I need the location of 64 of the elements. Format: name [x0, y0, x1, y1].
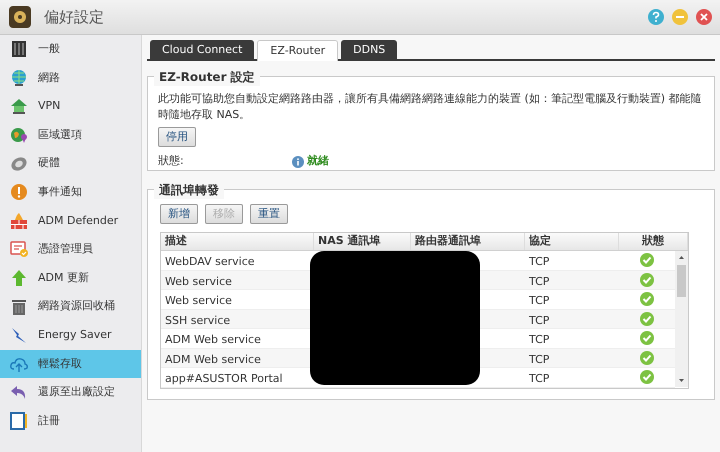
sidebar-item[interactable]: 註冊: [0, 406, 141, 436]
sidebar-item[interactable]: 網路: [0, 64, 141, 92]
reset-button[interactable]: 重置: [250, 204, 288, 224]
table-cell: WebDAV service: [165, 255, 255, 268]
scrollbar[interactable]: [675, 251, 688, 387]
description-text: 此功能可協助您自動設定網路路由器，讓所有具備網路網路連線能力的裝置 (如：筆記型電腦及行動裝置) 都能隨時隨地存取 NAS。: [158, 91, 703, 123]
status-value: 就緒: [307, 153, 329, 170]
tab[interactable]: DDNS: [341, 40, 398, 61]
sidebar-item[interactable]: 網路資源回收桶: [0, 292, 141, 321]
info-icon: [292, 156, 304, 168]
section-legend: EZ-Router 設定: [154, 68, 260, 86]
sidebar-item[interactable]: 還原至出廠設定: [0, 378, 141, 407]
sidebar-item[interactable]: ADM 更新: [0, 264, 141, 292]
column-header[interactable]: NAS 通訊埠: [318, 233, 380, 250]
minimize-icon[interactable]: [672, 9, 688, 25]
tab[interactable]: Cloud Connect: [150, 40, 254, 61]
undo-arrow-icon: [10, 383, 28, 402]
notebook-icon: [10, 412, 28, 430]
sidebar-item[interactable]: ADM Defender: [0, 206, 141, 236]
table-cell: ADM Web service: [165, 333, 261, 346]
sidebar-item[interactable]: 硬體: [0, 149, 141, 178]
house-icon: [10, 97, 28, 116]
app-icon: [8, 5, 32, 29]
add-button[interactable]: 新增: [160, 204, 198, 224]
sidebar-item[interactable]: VPN: [0, 92, 141, 121]
sidebar-item[interactable]: 憑證管理員: [0, 235, 141, 264]
close-icon[interactable]: [696, 9, 712, 25]
table-cell: TCP: [529, 274, 550, 288]
upload-arrow-icon: [10, 269, 28, 288]
trash-icon: [10, 298, 28, 316]
column-header[interactable]: 描述: [165, 233, 187, 250]
globe-pin-icon: [10, 126, 28, 144]
table-cell: Web service: [165, 274, 232, 288]
globe-icon: [10, 68, 28, 87]
column-header[interactable]: 路由器通訊埠: [415, 233, 481, 250]
table-cell: app#ASUSTOR Portal: [165, 372, 283, 386]
section-legend: 通訊埠轉發: [154, 181, 224, 199]
certificate-icon: [10, 240, 28, 258]
disk-icon: [10, 154, 28, 173]
table-cell: TCP: [529, 352, 550, 366]
sidebar-item[interactable]: 一般: [0, 35, 141, 64]
sidebar-item[interactable]: 事件通知: [0, 178, 141, 207]
sidebar-item[interactable]: 區域選項: [0, 120, 141, 150]
table-cell: TCP: [529, 333, 550, 346]
table-cell: Web service: [165, 294, 232, 308]
table-cell: TCP: [529, 314, 550, 327]
window-title: 偏好設定: [44, 6, 104, 28]
sidebar-item[interactable]: 輕鬆存取: [0, 350, 141, 378]
table-cell: ADM Web service: [165, 352, 261, 366]
firewall-icon: [10, 212, 28, 230]
alert-icon: [10, 183, 28, 202]
lightning-icon: [10, 326, 28, 344]
column-header[interactable]: 狀態: [642, 233, 664, 250]
column-header[interactable]: 協定: [529, 233, 551, 250]
table-cell: SSH service: [165, 314, 230, 327]
table-cell: TCP: [529, 372, 550, 386]
disable-button[interactable]: 停用: [158, 127, 196, 148]
table-cell: TCP: [529, 294, 550, 308]
status-label: 狀態:: [158, 153, 185, 170]
server-icon: [10, 40, 28, 58]
table-cell: TCP: [529, 255, 550, 268]
tab[interactable]: EZ-Router: [257, 40, 338, 61]
sidebar-item[interactable]: Energy Saver: [0, 320, 141, 350]
help-icon[interactable]: [648, 9, 664, 25]
